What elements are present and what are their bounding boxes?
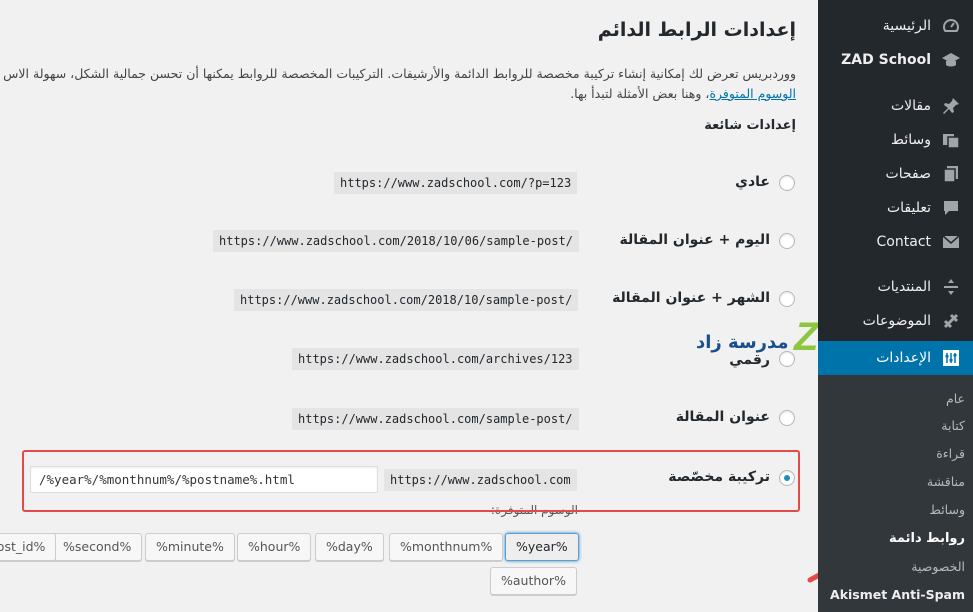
tag-button-monthnum[interactable]: %monthnum% (389, 533, 504, 561)
option-label-post-name: عنوان المقالة (675, 409, 770, 425)
menu-item-label: وسائط (891, 132, 931, 148)
radio-day-name[interactable] (779, 233, 795, 249)
main-content: إعدادات الرابط الدائم ووردبريس تعرض لك إ… (0, 0, 818, 612)
submenu-permalinks[interactable]: روابط دائمة (818, 524, 973, 552)
option-code-plain: https://www.zadschool.com/?p=123 (334, 172, 578, 194)
submenu-general[interactable]: عام (818, 384, 973, 412)
submenu-privacy[interactable]: الخصوصية (818, 552, 973, 580)
pin-icon (941, 96, 961, 116)
pages-icon (941, 164, 961, 184)
dashboard-icon (941, 16, 961, 36)
submenu-media[interactable]: وسائط (818, 495, 973, 523)
option-code-day-name: https://www.zadschool.com/2018/10/06/sam… (213, 230, 580, 252)
option-code-month-name: https://www.zadschool.com/2018/10/sample… (234, 289, 579, 311)
menu-item-label: الرئيسية (882, 18, 931, 34)
radio-month-name[interactable] (779, 291, 795, 307)
forums-icon (941, 277, 961, 297)
option-code-post-name: https://www.zadschool.com/sample-post/ (292, 408, 579, 430)
tag-button-year[interactable]: %year% (505, 533, 579, 561)
custom-base-url: https://www.zadschool.com (384, 469, 577, 491)
settings-icon (941, 348, 961, 368)
common-settings-heading: إعدادات شائعة (704, 118, 796, 133)
menu-item-label: Contact (876, 234, 931, 250)
page-title: إعدادات الرابط الدائم (597, 19, 796, 41)
option-label-month-name: الشهر + عنوان المقالة (612, 290, 770, 306)
menu-item-label: الإعدادات (876, 350, 931, 366)
menu-item-contact[interactable]: Contact (818, 225, 973, 259)
option-label-custom: تركيبة مخصّصة (668, 469, 770, 485)
menu-item-label: صفحات (885, 166, 931, 182)
available-tags-label: الوسوم المتوفرة: (490, 503, 578, 517)
radio-plain[interactable] (779, 175, 795, 191)
option-label-day-name: اليوم + عنوان المقالة (619, 232, 771, 248)
custom-structure-input[interactable]: /%year%/%monthnum%/%postname%.html (30, 466, 378, 493)
submenu-akismet[interactable]: Akismet Anti-Spam (818, 580, 973, 608)
option-label-plain: عادي (735, 174, 770, 190)
school-icon (941, 50, 961, 70)
menu-item-posts[interactable]: مقالات (818, 89, 973, 123)
menu-item-comments[interactable]: تعليقات (818, 191, 973, 225)
submenu-reading[interactable]: قراءة (818, 439, 973, 467)
radio-post-name[interactable] (779, 410, 795, 426)
tag-button-second[interactable]: %second% (52, 533, 143, 561)
tag-button-minute[interactable]: %minute% (145, 533, 235, 561)
menu-item-label: ZAD School (841, 52, 931, 68)
tag-button-post-id[interactable]: %post_id% (0, 533, 57, 561)
menu-item-label: تعليقات (886, 200, 931, 216)
tag-button-hour[interactable]: %hour% (237, 533, 312, 561)
radio-custom-structure[interactable] (779, 470, 795, 486)
intro-line-2: الوسوم المتوفرة، وهنا بعض الأمثلة لتبدأ … (0, 84, 796, 104)
menu-item-zad-school[interactable]: ZAD School (818, 43, 973, 77)
topics-icon (941, 311, 961, 331)
comments-icon (941, 198, 961, 218)
available-tags-link[interactable]: الوسوم المتوفرة (709, 86, 796, 101)
menu-item-pages[interactable]: صفحات (818, 157, 973, 191)
option-code-numeric: https://www.zadschool.com/archives/123 (292, 348, 579, 370)
intro-text: ووردبريس تعرض لك إمكانية إنشاء تركيبة مخ… (0, 64, 796, 104)
tag-button-day[interactable]: %day% (315, 533, 384, 561)
menu-item-label: المنتديات (877, 279, 931, 295)
mail-icon (941, 232, 961, 252)
menu-item-label: مقالات (890, 98, 931, 114)
media-icon (941, 130, 961, 150)
submenu-discussion[interactable]: مناقشة (818, 467, 973, 495)
menu-item-settings[interactable]: الإعدادات (810, 341, 973, 375)
admin-sidebar: الرئيسية ZAD School مقالات وسائط صفحات ت… (810, 0, 973, 612)
menu-item-media[interactable]: وسائط (818, 123, 973, 157)
intro-line-1: ووردبريس تعرض لك إمكانية إنشاء تركيبة مخ… (3, 66, 796, 81)
tag-button-author[interactable]: %author% (490, 567, 577, 595)
menu-item-dashboard[interactable]: الرئيسية (818, 9, 973, 43)
intro-line-2-rest: ، وهنا بعض الأمثلة لتبدأ بها. (570, 86, 710, 101)
menu-item-label: الموضوعات (862, 313, 931, 329)
menu-item-forums[interactable]: المنتديات (818, 270, 973, 304)
logo-text: مدرسة زاد (696, 332, 789, 353)
submenu-writing[interactable]: كتابة (818, 411, 973, 439)
menu-item-topics[interactable]: الموضوعات (818, 304, 973, 338)
settings-submenu: عام كتابة قراءة مناقشة وسائط روابط دائمة… (818, 375, 973, 612)
